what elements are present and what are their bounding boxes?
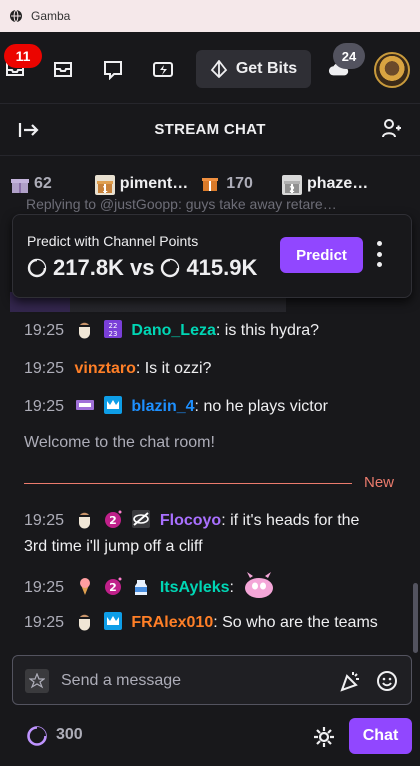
no-audio-icon[interactable] [131,509,151,529]
whisper-icon[interactable] [102,58,124,80]
users-icon[interactable] [381,118,403,140]
chat-send-button[interactable]: Chat [349,718,412,754]
message-text: : no he plays victor [194,398,328,415]
reply-preview: Replying to @justGoopp: guys take away r… [26,196,337,212]
get-bits-label: Get Bits [235,60,298,77]
message-timestamp: 19:25 [24,512,65,529]
sub-badge-icon[interactable]: 22 23 [103,319,123,339]
latte-badge-icon[interactable] [75,319,95,339]
prediction-vs: vs [129,255,155,280]
gem-icon [210,60,228,78]
kebab-icon[interactable] [375,241,383,267]
bits-icon[interactable] [152,58,174,80]
prediction-left-points: 217.8K [53,255,124,280]
collapse-icon[interactable] [18,120,40,140]
latte-badge-icon[interactable] [75,509,95,529]
top-nav: 11 Get Bits 24 [0,32,420,104]
gift-icon: 1 [94,174,115,195]
channel-points-icon [27,258,47,278]
welcome-text: Welcome to the chat room! [24,434,215,451]
chat-message[interactable]: 19:25 2 Flocoyo: if it's heads for the 3… [24,508,404,560]
chat-message[interactable]: 19:25 blazin_4: no he plays victor [24,394,328,420]
whisper-count-badge: 24 [333,43,365,69]
message-username[interactable]: blazin_4 [131,398,194,415]
leaderboard-count-2: 170 [226,175,253,192]
milk-badge-icon[interactable] [131,576,151,596]
leaderboard-name-3[interactable]: phaze… [307,175,368,193]
message-timestamp: 19:25 [24,322,65,339]
prediction-right-points: 415.9K [186,255,258,280]
gift-icon [10,174,30,194]
svg-text:22: 22 [108,322,117,330]
prime-crown-icon[interactable] [103,395,123,415]
globe-icon [9,9,23,23]
chat-message[interactable]: 19:25 vinztaro: Is it ozzi? [24,356,211,382]
message-username[interactable]: Flocoyo [160,512,221,529]
chat-message[interactable]: 19:25 FRAlex010: So who are the teams [24,610,378,636]
message-text: : if it's heads for the [221,512,360,529]
window-title: Gamba [31,9,71,23]
avatar[interactable] [374,52,410,88]
predict-button[interactable]: Predict [280,237,363,273]
prediction-card: Predict with Channel Points 217.8K vs 41… [12,214,412,298]
message-timestamp: 19:25 [24,579,65,596]
latte-badge-icon[interactable] [75,611,95,631]
new-messages-divider [24,483,352,484]
prediction-title: Predict with Channel Points [27,233,199,249]
gear-icon[interactable] [312,725,336,749]
chat-input-box [12,655,412,705]
mail-icon[interactable] [52,58,74,80]
prediction-score: 217.8K vs 415.9K [27,255,257,281]
message-text: : So who are the teams [213,614,378,631]
chat-scrollbar[interactable] [413,583,418,653]
new-messages-label: New [364,474,395,491]
chat-message[interactable]: 19:25 2 ItsAyleks: [24,570,276,609]
icecream-badge-icon[interactable] [75,576,95,596]
star-icon[interactable] [25,669,49,693]
chat-header-title: STREAM CHAT [154,121,266,138]
message-text-continued: 3rd time i'll jump off a cliff [24,538,203,555]
channel-points-icon[interactable] [26,725,48,747]
emote-icon[interactable] [375,669,399,693]
party-icon[interactable] [339,669,363,693]
notification-badge: 11 [4,44,42,68]
chat-footer: 300 Chat [0,712,420,762]
message-username[interactable]: Dano_Leza [131,322,215,339]
window-titlebar: Gamba [0,0,420,32]
channel-points-icon [160,258,180,278]
leaderboard-name-2[interactable]: piment… [120,175,188,193]
svg-text:2: 2 [109,581,117,594]
svg-text:1: 1 [102,185,108,194]
gift-icon: 2 [281,174,302,195]
chat-header: STREAM CHAT [0,104,420,156]
message-username[interactable]: ItsAyleks [160,579,230,596]
svg-text:2: 2 [109,514,117,527]
emote-image[interactable] [242,570,276,609]
svg-text:23: 23 [108,330,117,338]
message-username[interactable]: vinztaro [75,360,136,377]
prime-crown-icon[interactable] [103,611,123,631]
gift-badge-icon[interactable]: 2 [103,509,123,529]
gift-icon [202,174,222,194]
message-text: : Is it ozzi? [135,360,212,377]
leaderboard-count-1: 62 [34,175,52,192]
points-balance[interactable]: 300 [56,726,83,744]
get-bits-button[interactable]: Get Bits [196,50,311,88]
message-timestamp: 19:25 [24,360,65,377]
ticket-badge-icon[interactable] [75,395,95,415]
message-timestamp: 19:25 [24,398,65,415]
message-timestamp: 19:25 [24,614,65,631]
chat-message[interactable]: 19:25 22 23 Dano_Leza: is this hydra? [24,318,319,344]
chat-input[interactable] [61,666,331,696]
svg-text:2: 2 [289,185,295,194]
message-text: : [229,579,234,596]
gift-badge-icon[interactable]: 2 [103,576,123,596]
message-text: : is this hydra? [215,322,320,339]
message-username[interactable]: FRAlex010 [131,614,213,631]
